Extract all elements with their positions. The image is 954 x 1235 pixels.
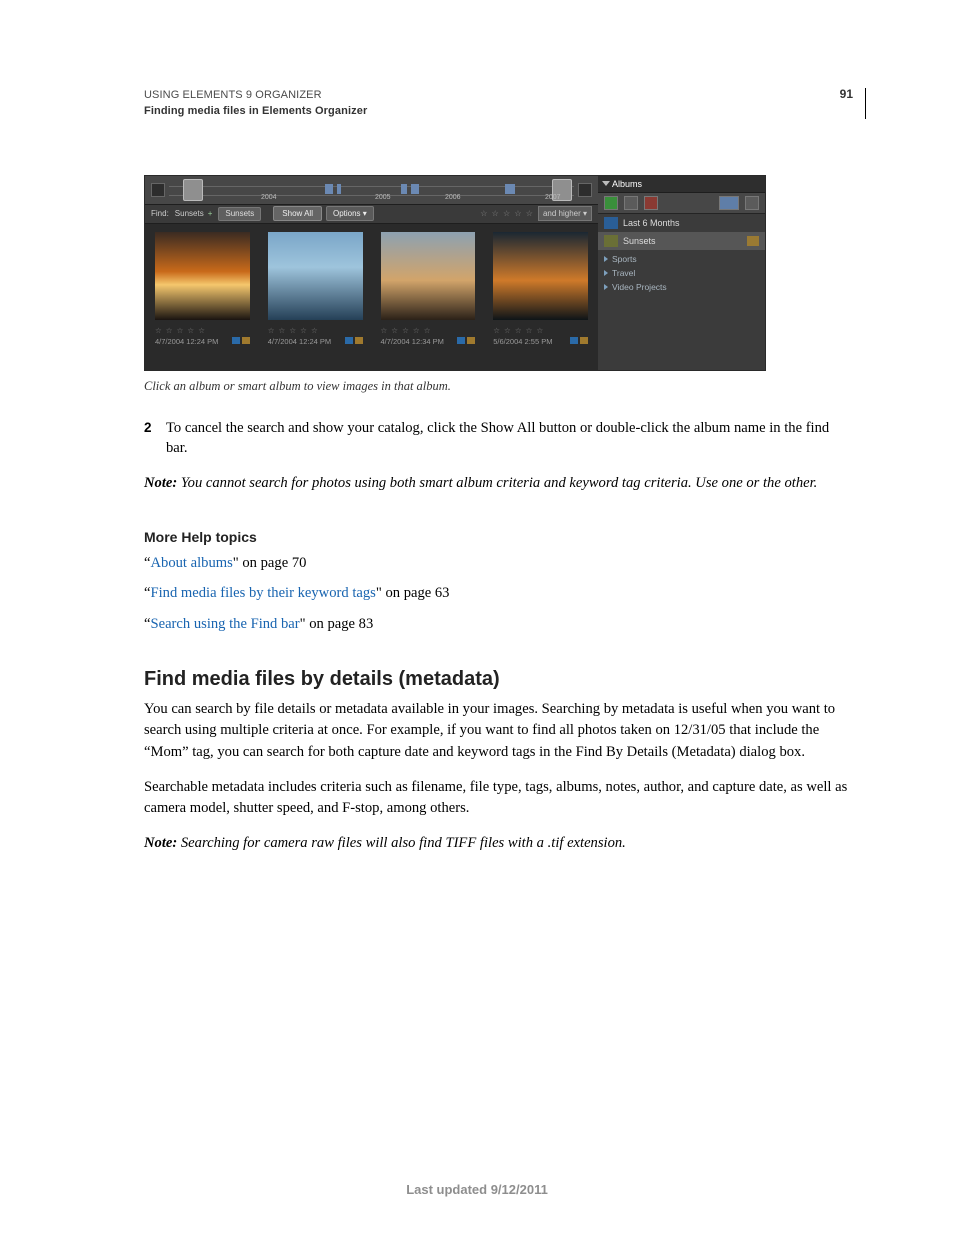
edit-album-icon[interactable] [719,196,739,210]
timeline-year: 2006 [445,194,461,201]
find-term: Sunsets [175,209,204,218]
media-thumbnail[interactable]: ☆ ☆ ☆ ☆ ☆4/7/2004 12:24 PM [155,232,250,364]
chevron-right-icon [604,284,608,290]
page-footer: Last updated 9/12/2011 [0,1182,954,1197]
delete-album-icon[interactable] [644,196,658,210]
note-label: Note: [144,835,177,851]
help-link[interactable]: Find media files by their keyword tags [150,585,375,601]
chevron-right-icon [604,256,608,262]
timeline-year: 2007 [545,194,561,201]
media-thumbnail[interactable]: ☆ ☆ ☆ ☆ ☆4/7/2004 12:24 PM [268,232,363,364]
share-icon [747,236,759,246]
timeline-strip: 2004 2005 2006 2007 [145,176,598,204]
section-heading: Find media files by details (metadata) [144,668,854,691]
help-link[interactable]: About albums [150,555,232,571]
doc-title: USING ELEMENTS 9 ORGANIZER [144,88,367,103]
body-paragraph: You can search by file details or metada… [144,699,854,762]
find-tag-chip[interactable]: Sunsets [218,207,261,221]
help-link[interactable]: Search using the Find bar [150,616,299,632]
thumb-date: 4/7/2004 12:24 PM [268,337,331,346]
note-text: Searching for camera raw files will also… [177,835,626,851]
page-number: 91 [840,87,853,101]
timeline-year: 2005 [375,194,391,201]
find-bar: Find: Sunsets + Sunsets Show All Options… [145,204,598,224]
timeline-next-button[interactable] [578,183,592,197]
album-dropdown-icon[interactable] [624,196,638,210]
media-thumbnail[interactable]: ☆ ☆ ☆ ☆ ☆4/7/2004 12:34 PM [381,232,476,364]
media-thumbnail[interactable]: ☆ ☆ ☆ ☆ ☆5/6/2004 2:55 PM [493,232,588,364]
chapter-title: Finding media files in Elements Organize… [144,104,367,119]
help-reference: “About albums" on page 70 [144,553,854,573]
note-label: Note: [144,475,177,491]
step-item: 2 To cancel the search and show your cat… [144,418,854,459]
note-block: Note: Searching for camera raw files wil… [144,833,854,853]
tag-icon[interactable] [745,196,759,210]
smart-album-item-selected[interactable]: Sunsets [598,232,765,250]
organizer-screenshot: 2004 2005 2006 2007 Find: Sunsets + Suns… [144,175,766,371]
show-all-button[interactable]: Show All [273,206,322,221]
rating-mode-dropdown[interactable]: and higher ▾ [538,206,592,221]
albums-toolbar [598,193,765,214]
albums-panel: Albums Last 6 Months Sunsets Sports Trav… [598,176,765,370]
thumb-date: 5/6/2004 2:55 PM [493,337,552,346]
chevron-right-icon [604,270,608,276]
albums-panel-header[interactable]: Albums [598,176,765,193]
thumb-date: 4/7/2004 12:34 PM [381,337,444,346]
disclosure-triangle-icon [602,181,610,186]
figure-caption: Click an album or smart album to view im… [144,379,854,394]
add-album-icon[interactable] [604,196,618,210]
smart-album-item[interactable]: Last 6 Months [598,214,765,232]
more-help-heading: More Help topics [144,529,854,545]
timeline-year: 2004 [261,194,277,201]
smart-album-icon [604,217,618,229]
options-dropdown[interactable]: Options ▾ [326,206,374,221]
help-reference: “Search using the Find bar" on page 83 [144,614,854,634]
note-text: You cannot search for photos using both … [177,475,817,491]
page-header: USING ELEMENTS 9 ORGANIZER Finding media… [144,88,866,119]
rating-filter-stars[interactable]: ☆ ☆ ☆ ☆ ☆ [480,209,534,218]
step-number: 2 [144,419,166,459]
timeline-prev-button[interactable] [151,183,165,197]
step-text: To cancel the search and show your catal… [166,418,854,459]
screenshot-figure: 2004 2005 2006 2007 Find: Sunsets + Suns… [144,175,854,394]
find-label: Find: [151,209,169,218]
smart-album-icon [604,235,618,247]
body-paragraph: Searchable metadata includes criteria su… [144,777,854,819]
album-group-item[interactable]: Travel [602,266,761,280]
note-block: Note: You cannot search for photos using… [144,473,854,493]
thumb-date: 4/7/2004 12:24 PM [155,337,218,346]
help-reference: “Find media files by their keyword tags"… [144,583,854,603]
album-group-item[interactable]: Video Projects [602,280,761,294]
album-group-item[interactable]: Sports [602,252,761,266]
